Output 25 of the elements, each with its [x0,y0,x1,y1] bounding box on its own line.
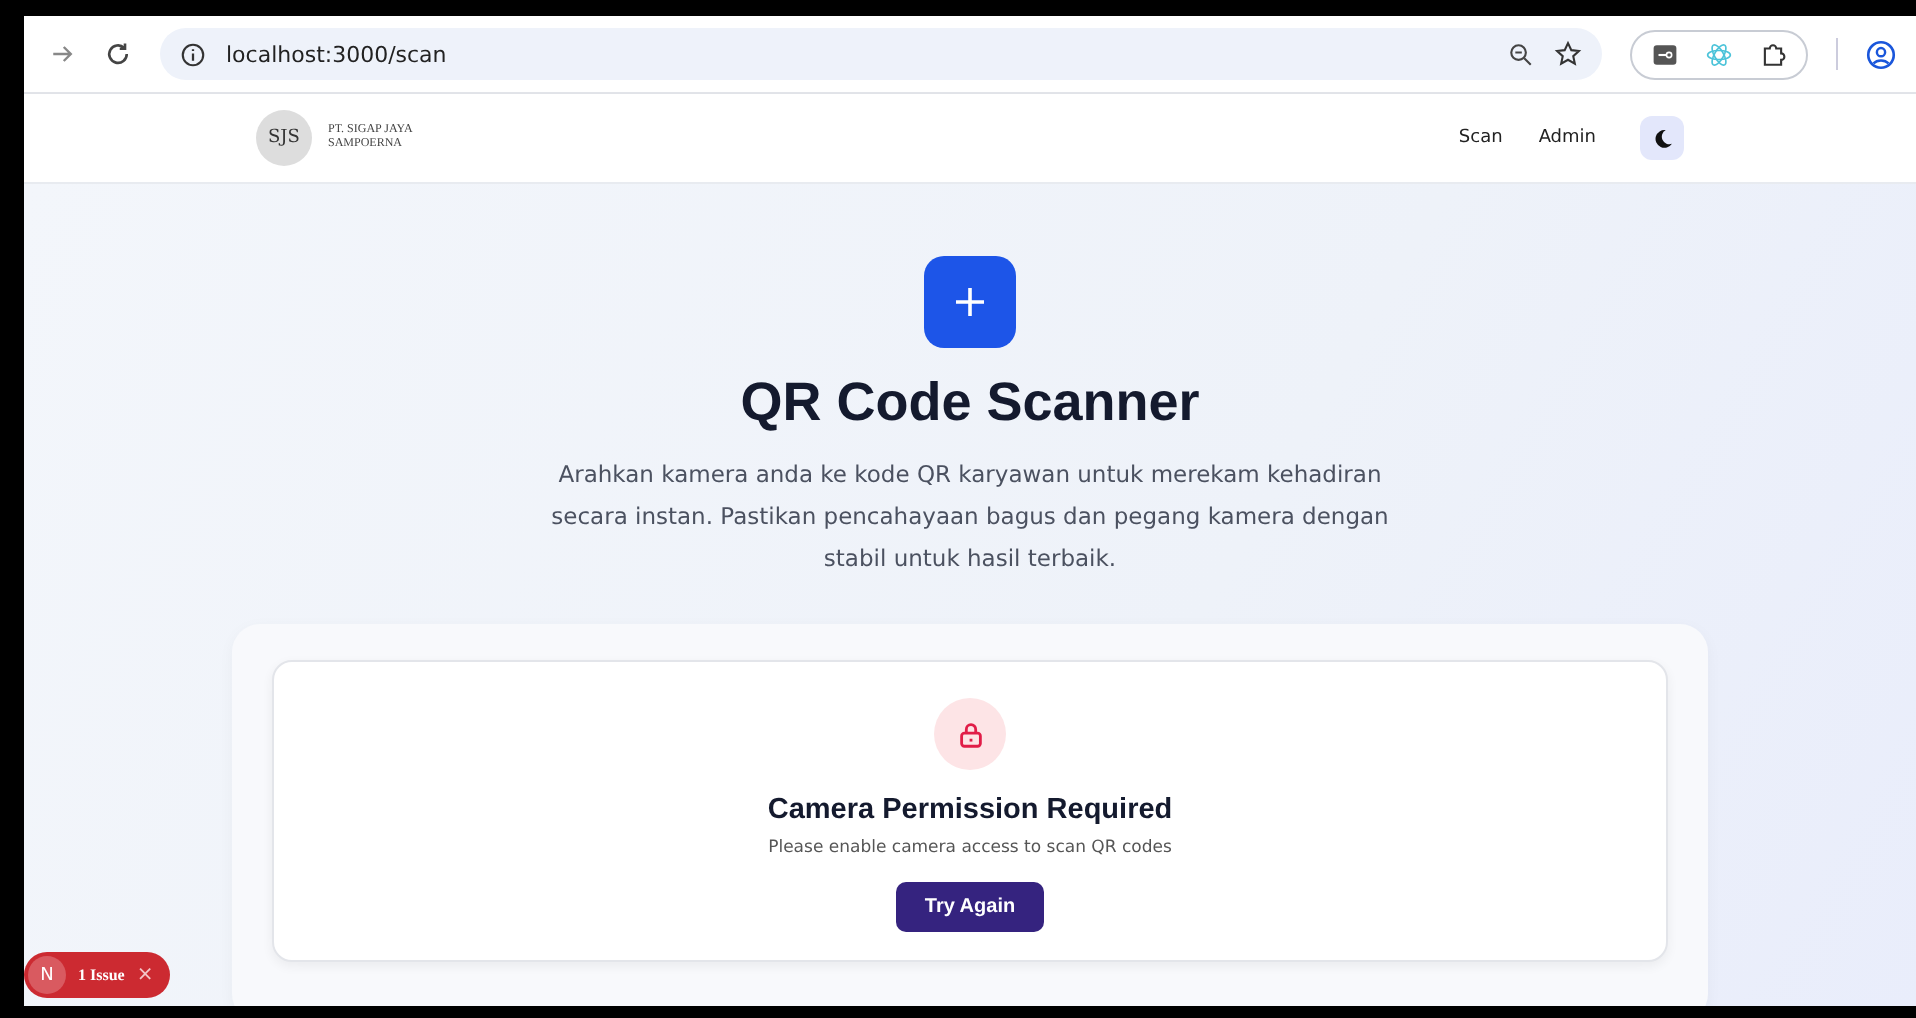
moon-icon [1651,127,1673,149]
logo-mark[interactable]: SJS [256,110,312,166]
address-bar[interactable]: localhost:3000/scan [160,28,1602,80]
theme-toggle[interactable] [1640,116,1684,160]
info-icon[interactable] [180,41,206,67]
star-icon[interactable] [1554,40,1582,68]
permission-title: Camera Permission Required [767,794,1173,826]
puzzle-icon[interactable] [1760,41,1786,67]
page-title: QR Code Scanner [740,372,1200,434]
zoom-icon[interactable] [1508,41,1534,67]
reload-icon[interactable] [104,40,132,68]
description: Arahkan kamera anda ke kode QR karyawan untuk merekam kehadiran secara instan. Pastikan pencahayaan bagus dan pegang kamera dengan stabil untuk hasil terbaik. [550,458,1390,576]
permission-message: Please enable camera access to scan QR codes [768,838,1172,858]
issues-label: 1 Issue [78,966,125,984]
issues-badge[interactable]: N 1 Issue × [24,952,170,998]
plus-icon [924,256,1016,348]
lock-icon [934,698,1006,770]
nav-link[interactable]: Admin [1538,128,1596,148]
nav-link[interactable]: Scan [1458,128,1503,148]
try-again-button[interactable]: Try Again [896,882,1044,932]
key-icon[interactable] [1652,41,1678,67]
url-text: localhost:3000/scan [226,41,447,67]
forward-icon[interactable] [48,40,76,68]
profile-icon[interactable] [1866,39,1896,69]
n-icon: N [28,956,66,994]
